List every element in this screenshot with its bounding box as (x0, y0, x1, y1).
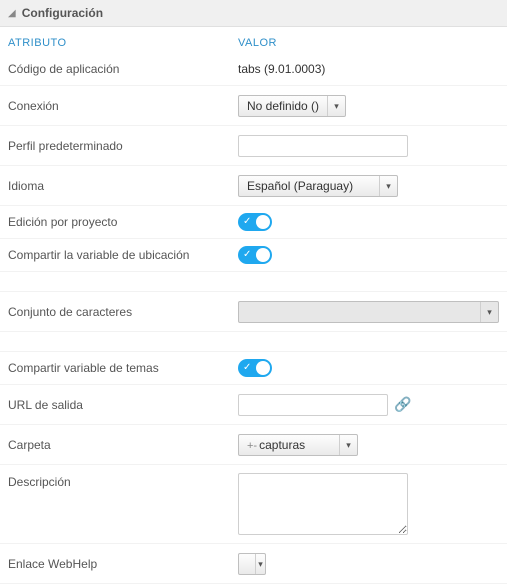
label-edit-project: Edición por proyecto (8, 209, 238, 235)
link-icon[interactable]: 🔗 (394, 396, 411, 413)
columns-header: ATRIBUTO VALOR (0, 27, 507, 53)
toggle-share-theme-var[interactable]: ✓ (238, 359, 272, 377)
check-icon: ✓ (243, 215, 251, 229)
chevron-down-icon: ▾ (379, 176, 397, 196)
panel-header[interactable]: ◢ Configuración (0, 0, 507, 27)
row-webhelp: Enlace WebHelp ▾ (0, 544, 507, 584)
input-exit-url[interactable] (238, 394, 388, 416)
label-default-profile: Perfil predeterminado (8, 133, 238, 159)
value-app-code: tabs (9.01.0003) (238, 62, 325, 76)
select-charset[interactable]: ▾ (238, 301, 499, 323)
row-app-code: Código de aplicación tabs (9.01.0003) (0, 53, 507, 86)
row-default-profile: Perfil predeterminado (0, 126, 507, 166)
label-description: Descripción (8, 465, 238, 495)
chevron-down-icon: ▾ (339, 435, 357, 455)
input-default-profile[interactable] (238, 135, 408, 157)
toggle-share-location-var[interactable]: ✓ (238, 246, 272, 264)
label-charset: Conjunto de caracteres (8, 299, 238, 325)
select-language[interactable]: Español (Paraguay) ▾ (238, 175, 398, 197)
check-icon: ✓ (243, 248, 251, 262)
column-header-value: VALOR (238, 37, 499, 49)
select-connection[interactable]: No definido () ▾ (238, 95, 346, 117)
label-share-location-var: Compartir la variable de ubicación (8, 242, 238, 268)
row-edit-project: Edición por proyecto ✓ (0, 206, 507, 239)
collapse-icon: ◢ (8, 8, 16, 19)
spacer (0, 332, 507, 352)
column-header-attribute: ATRIBUTO (8, 37, 238, 49)
spacer (0, 272, 507, 292)
textarea-description[interactable] (238, 473, 408, 535)
label-folder: Carpeta (8, 432, 238, 458)
chevron-down-icon: ▾ (327, 96, 345, 116)
row-charset: Conjunto de caracteres ▾ (0, 292, 507, 332)
label-app-code: Código de aplicación (8, 56, 238, 82)
row-language: Idioma Español (Paraguay) ▾ (0, 166, 507, 206)
folder-tree-icon: +- (247, 440, 257, 452)
check-icon: ✓ (243, 361, 251, 375)
label-share-theme-var: Compartir variable de temas (8, 355, 238, 381)
toggle-edit-project[interactable]: ✓ (238, 213, 272, 231)
select-folder[interactable]: +-capturas ▾ (238, 434, 358, 456)
label-language: Idioma (8, 173, 238, 199)
row-share-location-var: Compartir la variable de ubicación ✓ (0, 239, 507, 272)
row-exit-url: URL de salida 🔗 (0, 385, 507, 425)
row-connection: Conexión No definido () ▾ (0, 86, 507, 126)
label-exit-url: URL de salida (8, 392, 238, 418)
config-panel: ◢ Configuración ATRIBUTO VALOR Código de… (0, 0, 507, 584)
panel-title: Configuración (22, 6, 103, 20)
row-folder: Carpeta +-capturas ▾ (0, 425, 507, 465)
chevron-down-icon: ▾ (480, 302, 498, 322)
row-description: Descripción (0, 465, 507, 544)
label-connection: Conexión (8, 93, 238, 119)
row-share-theme-var: Compartir variable de temas ✓ (0, 352, 507, 385)
